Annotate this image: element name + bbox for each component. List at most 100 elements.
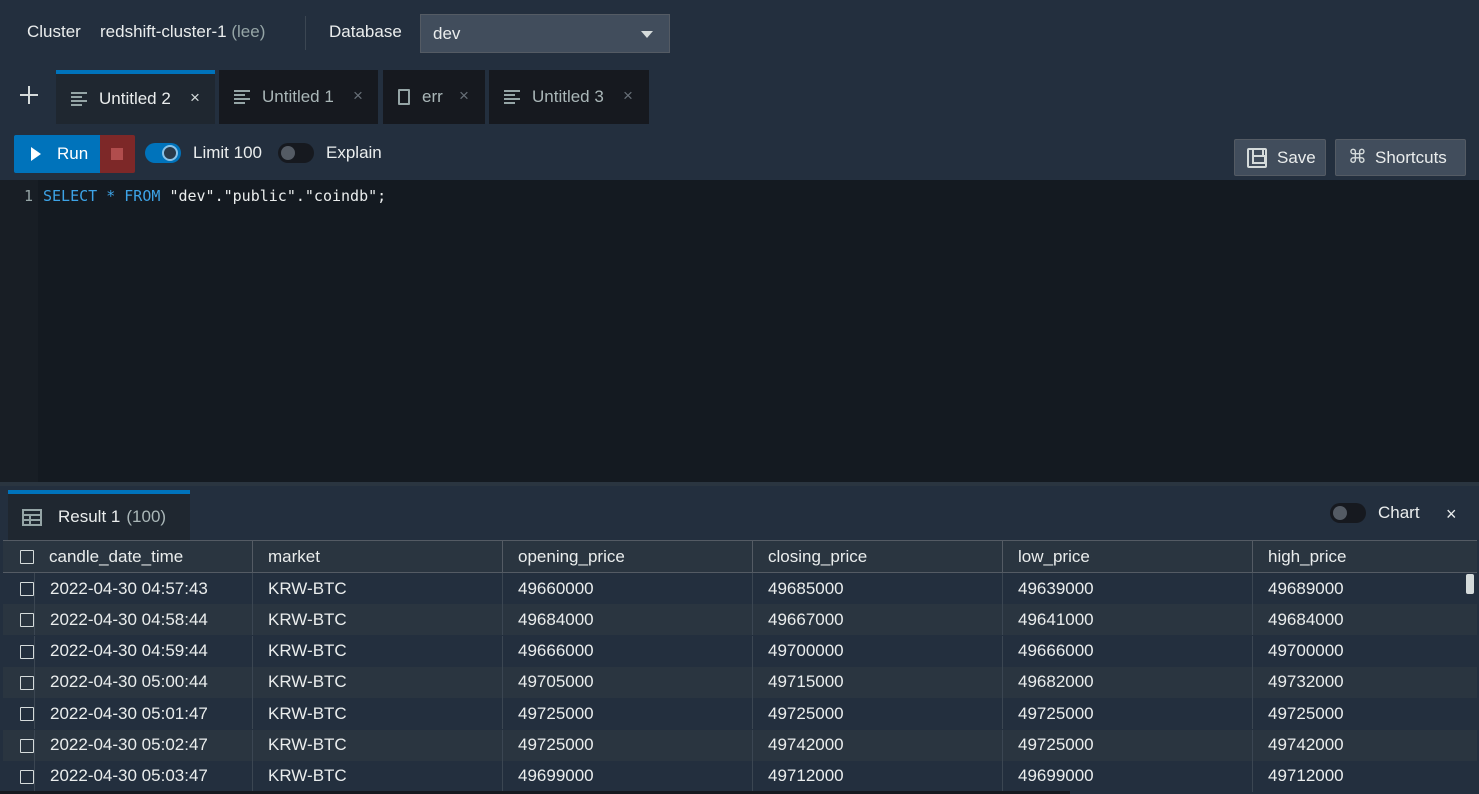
table-cell[interactable]: KRW-BTC bbox=[252, 760, 502, 792]
table-cell[interactable]: 49712000 bbox=[1252, 760, 1477, 792]
table-cell[interactable]: KRW-BTC bbox=[252, 604, 502, 636]
row-checkbox[interactable] bbox=[20, 675, 34, 690]
table-cell[interactable]: 49639000 bbox=[1002, 573, 1252, 604]
select-all-checkbox[interactable] bbox=[20, 550, 34, 564]
column-header[interactable]: high_price bbox=[1252, 541, 1477, 572]
column-header[interactable]: opening_price bbox=[502, 541, 752, 572]
caret-down-icon bbox=[641, 31, 653, 38]
table-cell[interactable]: KRW-BTC bbox=[252, 698, 502, 730]
explain-toggle[interactable] bbox=[278, 143, 314, 163]
table-header-row: candle_date_time market opening_price cl… bbox=[3, 540, 1477, 573]
table-cell[interactable]: 49725000 bbox=[752, 698, 1002, 730]
table-cell[interactable]: 49682000 bbox=[1002, 666, 1252, 698]
command-icon: ⌘ bbox=[1348, 147, 1367, 168]
run-button[interactable]: Run bbox=[14, 135, 100, 173]
table-cell[interactable]: 49725000 bbox=[1252, 698, 1477, 730]
chart-toggle[interactable] bbox=[1330, 503, 1366, 523]
result-tab[interactable]: Result 1 (100) bbox=[8, 490, 190, 540]
keyword-select: SELECT bbox=[43, 187, 98, 205]
cluster-name[interactable]: redshift-cluster-1 (lee) bbox=[100, 22, 265, 42]
table-cell[interactable]: 49666000 bbox=[502, 635, 752, 667]
table-row[interactable]: 2022-04-30 04:59:44 KRW-BTC 49666000 497000… bbox=[3, 635, 1477, 667]
table-cell[interactable]: 2022-04-30 05:03:47 bbox=[34, 760, 252, 792]
table-row[interactable]: 2022-04-30 05:02:47 KRW-BTC 49725000 497420… bbox=[3, 729, 1477, 761]
column-header[interactable]: market bbox=[252, 541, 502, 572]
table-cell[interactable]: 49705000 bbox=[502, 666, 752, 698]
column-header[interactable]: candle_date_time bbox=[34, 541, 252, 572]
table-cell[interactable]: 49699000 bbox=[1002, 760, 1252, 792]
close-icon[interactable]: × bbox=[623, 86, 633, 106]
close-icon[interactable]: × bbox=[1446, 504, 1457, 525]
shortcuts-label: Shortcuts bbox=[1375, 147, 1447, 167]
table-cell[interactable]: 49667000 bbox=[752, 604, 1002, 636]
close-icon[interactable]: × bbox=[459, 86, 469, 106]
query-lines-icon bbox=[504, 90, 520, 104]
vertical-scrollbar[interactable] bbox=[1466, 574, 1474, 594]
table-cell[interactable]: 49699000 bbox=[502, 760, 752, 792]
database-select[interactable]: dev bbox=[420, 14, 670, 53]
row-checkbox[interactable] bbox=[20, 738, 34, 753]
table-row[interactable]: 2022-04-30 05:01:47 KRW-BTC 49725000 497250… bbox=[3, 698, 1477, 730]
table-cell[interactable]: 2022-04-30 04:57:43 bbox=[34, 573, 252, 604]
row-checkbox[interactable] bbox=[20, 582, 34, 596]
column-header[interactable]: low_price bbox=[1002, 541, 1252, 572]
sql-editor[interactable]: 1 SELECT * FROM "dev"."public"."coindb"; bbox=[0, 180, 1479, 482]
table-cell[interactable]: 49715000 bbox=[752, 666, 1002, 698]
table-row[interactable]: 2022-04-30 05:03:47 KRW-BTC 49699000 497120… bbox=[3, 760, 1477, 792]
close-icon[interactable]: × bbox=[190, 88, 200, 108]
table-cell[interactable]: 2022-04-30 05:02:47 bbox=[34, 729, 252, 761]
table-cell[interactable]: 2022-04-30 05:01:47 bbox=[34, 698, 252, 730]
table-cell[interactable]: 49725000 bbox=[502, 698, 752, 730]
stop-button[interactable] bbox=[100, 135, 135, 173]
table-row[interactable]: 2022-04-30 04:57:43 KRW-BTC 49660000 496850… bbox=[3, 573, 1477, 604]
table-cell[interactable]: 49732000 bbox=[1252, 666, 1477, 698]
table-cell[interactable]: 49700000 bbox=[1252, 635, 1477, 667]
table-cell[interactable]: 2022-04-30 05:00:44 bbox=[34, 666, 252, 698]
file-icon bbox=[398, 89, 410, 105]
identifier-schema: "public" bbox=[223, 187, 296, 205]
save-button[interactable]: Save bbox=[1234, 139, 1326, 176]
table-cell[interactable]: 49700000 bbox=[752, 635, 1002, 667]
table-cell[interactable]: KRW-BTC bbox=[252, 573, 502, 604]
code-line[interactable]: SELECT * FROM "dev"."public"."coindb"; bbox=[43, 187, 386, 205]
tab-untitled-3[interactable]: Untitled 3 × bbox=[489, 70, 649, 124]
limit-label: Limit 100 bbox=[193, 143, 262, 162]
explain-label: Explain bbox=[326, 143, 382, 162]
row-checkbox[interactable] bbox=[20, 613, 34, 628]
table-cell[interactable]: 49685000 bbox=[752, 573, 1002, 604]
table-cell[interactable]: 49742000 bbox=[1252, 729, 1477, 761]
close-icon[interactable]: × bbox=[353, 86, 363, 106]
top-bar: Cluster redshift-cluster-1 (lee) Databas… bbox=[0, 0, 1479, 66]
table-cell[interactable]: 49666000 bbox=[1002, 635, 1252, 667]
table-row[interactable]: 2022-04-30 05:00:44 KRW-BTC 49705000 497150… bbox=[3, 666, 1477, 698]
table-cell[interactable]: 49641000 bbox=[1002, 604, 1252, 636]
row-checkbox[interactable] bbox=[20, 769, 34, 784]
table-cell[interactable]: KRW-BTC bbox=[252, 666, 502, 698]
table-cell[interactable]: KRW-BTC bbox=[252, 635, 502, 667]
stop-icon bbox=[111, 148, 123, 160]
chart-label: Chart bbox=[1378, 503, 1420, 522]
table-cell[interactable]: 49742000 bbox=[752, 729, 1002, 761]
tab-untitled-2[interactable]: Untitled 2 × bbox=[56, 70, 215, 124]
table-row[interactable]: 2022-04-30 04:58:44 KRW-BTC 49684000 496670… bbox=[3, 604, 1477, 636]
table-cell[interactable]: 49684000 bbox=[1252, 604, 1477, 636]
table-cell[interactable]: 49660000 bbox=[502, 573, 752, 604]
table-cell[interactable]: 49689000 bbox=[1252, 573, 1477, 604]
table-cell[interactable]: 2022-04-30 04:59:44 bbox=[34, 635, 252, 667]
tab-untitled-1[interactable]: Untitled 1 × bbox=[219, 70, 378, 124]
row-checkbox[interactable] bbox=[20, 644, 34, 659]
tab-err[interactable]: err × bbox=[383, 70, 485, 124]
table-cell[interactable]: KRW-BTC bbox=[252, 729, 502, 761]
shortcuts-button[interactable]: ⌘ Shortcuts bbox=[1335, 139, 1466, 176]
table-cell[interactable]: 49712000 bbox=[752, 760, 1002, 792]
table-cell[interactable]: 49725000 bbox=[1002, 698, 1252, 730]
column-header[interactable]: closing_price bbox=[752, 541, 1002, 572]
row-checkbox[interactable] bbox=[20, 707, 34, 722]
operator-star: * bbox=[106, 187, 116, 205]
add-tab-plus-icon[interactable] bbox=[18, 84, 40, 106]
table-cell[interactable]: 2022-04-30 04:58:44 bbox=[34, 604, 252, 636]
table-cell[interactable]: 49725000 bbox=[502, 729, 752, 761]
limit-toggle[interactable] bbox=[145, 143, 181, 163]
table-cell[interactable]: 49725000 bbox=[1002, 729, 1252, 761]
table-cell[interactable]: 49684000 bbox=[502, 604, 752, 636]
